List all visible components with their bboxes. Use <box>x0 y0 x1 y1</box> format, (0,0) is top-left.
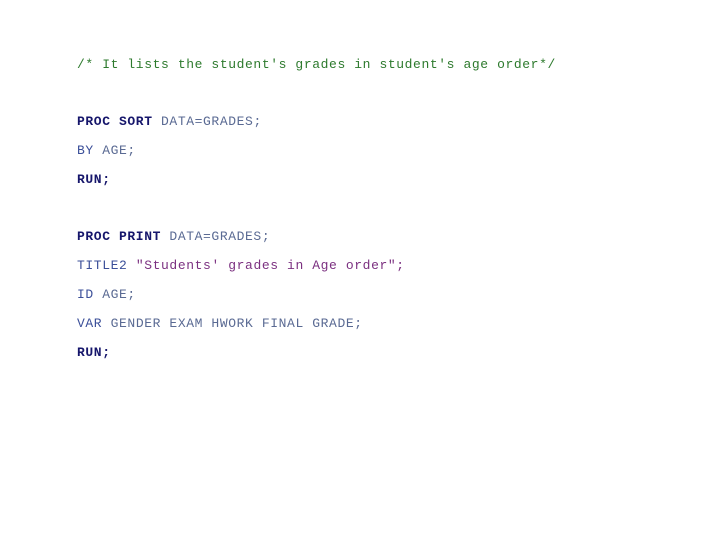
title2-keyword: TITLE2 <box>77 258 128 273</box>
code-line-proc-sort: PROC SORT DATA=GRADES; <box>77 107 677 136</box>
code-line-var: VAR GENDER EXAM HWORK FINAL GRADE; <box>77 309 677 338</box>
title2-space <box>127 258 135 273</box>
id-statement-variable: AGE; <box>93 287 136 302</box>
var-statement-keyword: VAR <box>77 316 103 331</box>
code-line-proc-print: PROC PRINT DATA=GRADES; <box>77 222 677 251</box>
title2-string-literal: "Students' grades in Age order"; <box>135 258 405 273</box>
comment-token: /* It lists the student's grades in stud… <box>77 57 556 72</box>
code-line-title2: TITLE2 "Students' grades in Age order"; <box>77 251 677 280</box>
run-keyword-sort: RUN; <box>77 172 111 187</box>
code-line-run-sort: RUN; <box>77 165 677 194</box>
run-keyword-print: RUN; <box>77 345 111 360</box>
proc-print-keyword: PROC PRINT <box>77 229 162 244</box>
by-statement-variable: AGE; <box>93 143 136 158</box>
proc-print-dataset: DATA=GRADES; <box>161 229 271 244</box>
proc-sort-keyword: PROC SORT <box>77 114 153 129</box>
code-line-by: BY AGE; <box>77 136 677 165</box>
code-line-comment: /* It lists the student's grades in stud… <box>77 50 677 79</box>
by-statement-keyword: BY <box>77 143 94 158</box>
proc-sort-dataset: DATA=GRADES; <box>152 114 262 129</box>
id-statement-keyword: ID <box>77 287 94 302</box>
slide-canvas: /* It lists the student's grades in stud… <box>0 0 720 540</box>
var-statement-variables: GENDER EXAM HWORK FINAL GRADE; <box>102 316 363 331</box>
code-line-id: ID AGE; <box>77 280 677 309</box>
code-area: /* It lists the student's grades in stud… <box>77 50 677 367</box>
code-line-run-print: RUN; <box>77 338 677 367</box>
